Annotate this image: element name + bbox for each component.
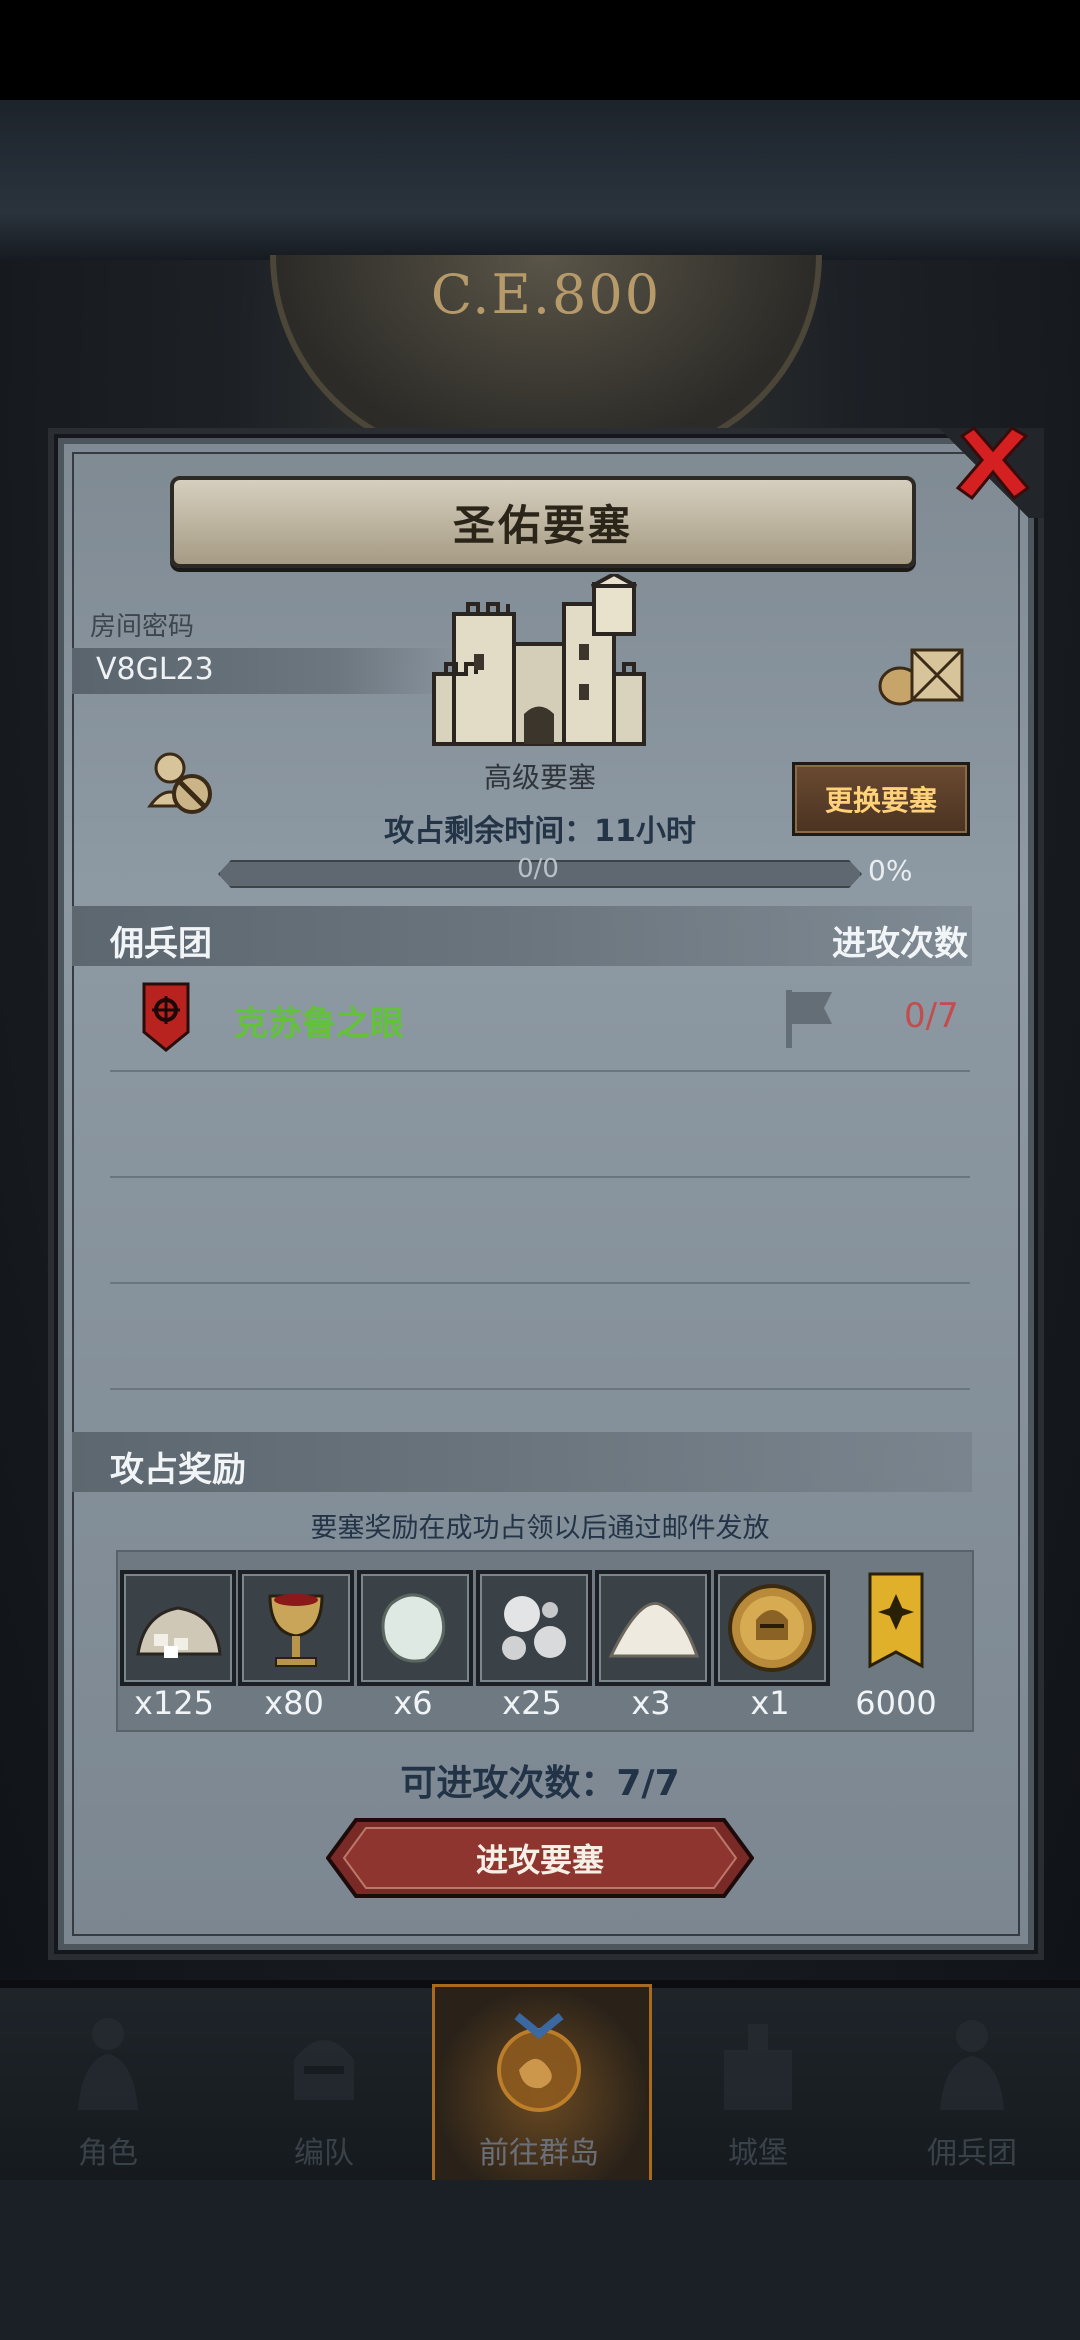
nav-item-castle[interactable]: 城堡 <box>658 1992 858 2180</box>
nav-label: 城堡 <box>728 2136 788 2171</box>
helmet-coin-icon[interactable] <box>714 1570 830 1686</box>
reward-qty: x125 <box>133 1684 214 1722</box>
mercenary-header-label: 佣兵团 <box>110 924 212 964</box>
available-attacks: 可进攻次数：7/7 <box>400 1763 680 1804</box>
list-divider <box>110 1388 970 1390</box>
title-banner: 圣佑要塞 <box>170 476 916 568</box>
status-bar <box>0 0 1080 100</box>
helmet-icon <box>294 2040 354 2100</box>
nav-label: 角色 <box>78 2136 138 2171</box>
reward-qty: x3 <box>631 1684 671 1722</box>
nav-item-character[interactable]: 角色 <box>8 1992 208 2180</box>
list-divider <box>110 1282 970 1284</box>
attack-fortress-label: 进攻要塞 <box>475 1841 604 1879</box>
reward-qty: 6000 <box>855 1684 937 1722</box>
reward-qty: x6 <box>393 1684 433 1722</box>
background-strip <box>0 100 1080 260</box>
guild-shield-icon <box>142 982 190 1052</box>
remaining-time: 攻占剩余时间：11小时 <box>384 814 696 849</box>
era-label: C.E.800 <box>430 263 662 326</box>
knight-icon <box>78 2018 138 2110</box>
nav-item-formation[interactable]: 编队 <box>224 1992 424 2180</box>
reward-qty: x1 <box>750 1684 790 1722</box>
nav-label: 前往群岛 <box>479 2136 599 2171</box>
mercenary-name: 克苏鲁之眼 <box>234 1004 404 1044</box>
close-button[interactable] <box>952 422 1034 504</box>
list-divider <box>110 1070 970 1072</box>
close-icon <box>955 426 1031 501</box>
rewards-header-label: 攻占奖励 <box>110 1450 246 1490</box>
progress-percent: 0% <box>868 854 913 887</box>
room-code-value[interactable]: V8GL23 <box>96 652 214 687</box>
gem-icon[interactable] <box>357 1570 473 1686</box>
mercenary-icon <box>940 2020 1004 2110</box>
supply-crate-icon[interactable] <box>876 640 966 706</box>
list-divider <box>110 1176 970 1178</box>
progress-text: 0/0 <box>517 854 559 884</box>
attack-fortress-button[interactable]: 进攻要塞 <box>326 1818 754 1898</box>
reward-note: 要塞奖励在成功占领以后通过邮件发放 <box>310 1513 770 1544</box>
reward-qty: x25 <box>502 1684 562 1722</box>
mercenary-attack-count: 0/7 <box>904 996 959 1036</box>
pearls-icon[interactable] <box>476 1570 592 1686</box>
stone-pile-icon[interactable] <box>120 1570 236 1686</box>
salt-pile-icon[interactable] <box>595 1570 711 1686</box>
nav-item-mercenary[interactable]: 佣兵团 <box>872 1992 1072 2180</box>
attack-times-header: 进攻次数 <box>832 924 968 964</box>
reward-qty: x80 <box>264 1684 324 1722</box>
islands-icon <box>497 2012 581 2112</box>
goblet-icon[interactable] <box>238 1570 354 1686</box>
page-title: 圣佑要塞 <box>452 500 633 550</box>
fortress-castle-icon <box>414 571 664 754</box>
bottom-strip <box>0 2180 1080 2340</box>
room-code-label: 房间密码 <box>90 612 195 642</box>
nav-label: 佣兵团 <box>927 2136 1017 2171</box>
banner-icon[interactable] <box>842 1570 950 1678</box>
flag-icon <box>782 986 838 1050</box>
nav-label: 编队 <box>294 2136 354 2171</box>
castle-icon <box>724 2024 792 2110</box>
nav-item-islands[interactable]: 前往群岛 <box>439 1992 639 2180</box>
